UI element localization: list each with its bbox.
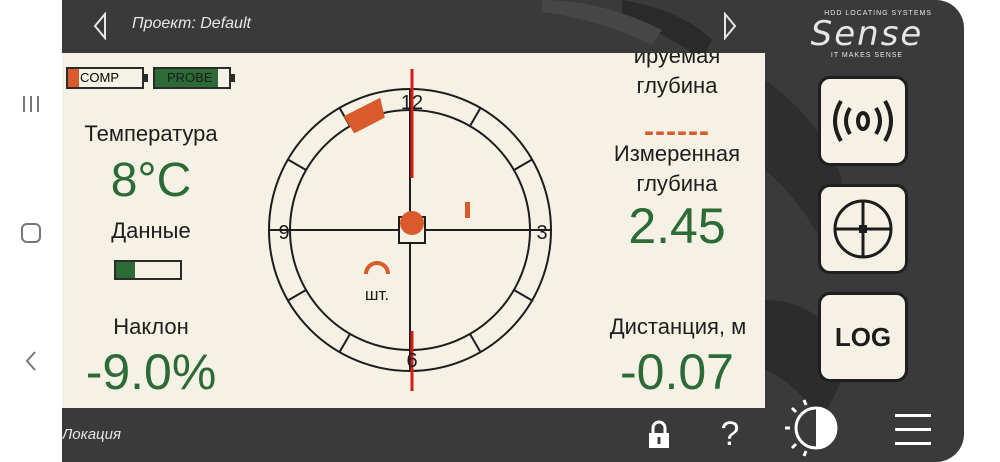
measured-depth-label-line2: глубина — [636, 171, 718, 196]
help-button[interactable]: ? — [714, 414, 746, 454]
comp-battery: COMP — [66, 67, 148, 89]
back-icon — [25, 351, 36, 371]
home-button[interactable] — [0, 220, 62, 246]
measured-depth-value: 2.45 — [628, 198, 726, 254]
predicted-depth-label-line2: глубина — [636, 73, 718, 98]
dial-label-12: 12 — [401, 92, 423, 114]
probe-position-marker — [465, 202, 470, 218]
crosshair-icon — [833, 199, 893, 259]
distance-label: Дистанция, м — [609, 314, 747, 339]
lock-icon — [649, 420, 669, 448]
probe-battery: PROBE — [153, 67, 235, 89]
logo-tagline-bottom: IT MAKES SENSE — [830, 52, 904, 59]
sense-logo: HDD LOCATING SYSTEMS Sense IT MAKES SENS… — [802, 8, 932, 60]
log-button[interactable]: LOG — [818, 292, 908, 382]
home-icon — [21, 223, 41, 243]
dial-label-6: 6 — [406, 350, 417, 372]
prev-project-button[interactable] — [82, 8, 118, 44]
data-strength-fill — [116, 262, 136, 278]
probe-battery-label: PROBE — [167, 70, 213, 85]
back-button[interactable] — [0, 348, 62, 374]
temperature-label: Температура — [84, 121, 218, 146]
measured-depth-label-line1: Измеренная — [613, 141, 741, 166]
predicted-depth-label-line1: ируемая — [633, 53, 721, 68]
data-label: Данные — [111, 218, 191, 243]
recent-apps-button[interactable] — [0, 92, 62, 116]
dial-label-9: 9 — [278, 222, 289, 244]
target-view-button[interactable] — [818, 184, 908, 274]
logo-wordmark: Sense — [810, 14, 924, 54]
probe-battery-tip — [231, 74, 235, 82]
pitch-label: Наклон — [113, 314, 189, 339]
data-strength-bar — [114, 260, 182, 280]
signal-broadcast-icon — [833, 99, 893, 143]
brightness-icon — [785, 399, 838, 457]
temperature-value: 8°C — [110, 154, 192, 207]
pitch-value: -9.0% — [85, 344, 217, 400]
comp-battery-label: COMP — [80, 70, 119, 85]
locate-dial: 12 3 6 9 шт. — [268, 69, 552, 391]
lock-button[interactable] — [644, 418, 674, 452]
chevron-right-icon — [724, 12, 737, 40]
project-title: Проект: Default — [132, 15, 251, 32]
signal-button[interactable] — [818, 76, 908, 166]
app-window: Проект: Default HDD LOCATING SYSTEMS Sen… — [62, 0, 964, 462]
distance-value: -0.07 — [620, 344, 734, 400]
mode-label: Локация — [62, 426, 121, 443]
menu-button[interactable] — [893, 408, 933, 452]
probe-target-dot — [400, 211, 424, 235]
probe-arc-icon — [364, 261, 390, 275]
comp-battery-tip — [144, 74, 148, 82]
locate-panel: COMP PROBE Температура 8°C Данные Наклон… — [62, 53, 765, 408]
chevron-left-icon — [93, 12, 106, 40]
hamburger-menu-icon — [895, 414, 931, 445]
probe-label: шт. — [365, 285, 389, 304]
brightness-button[interactable] — [784, 398, 844, 458]
android-nav-bar — [0, 0, 62, 462]
next-project-button[interactable] — [712, 8, 748, 44]
recent-apps-icon — [23, 96, 39, 112]
dial-label-3: 3 — [536, 222, 547, 244]
